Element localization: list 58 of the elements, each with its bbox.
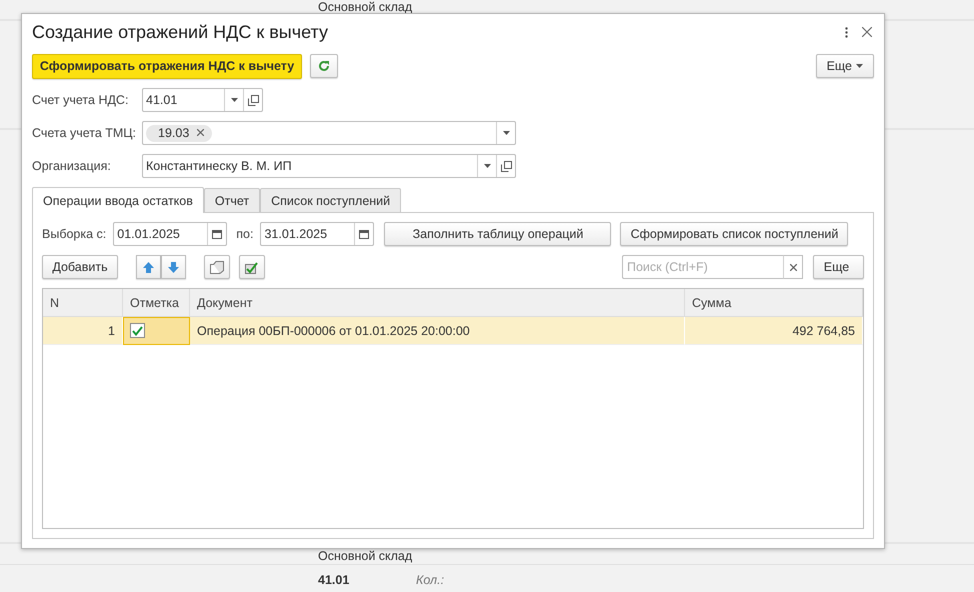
column-header[interactable]: N — [43, 289, 123, 317]
checkbox[interactable] — [130, 323, 145, 338]
arrow-down-icon — [168, 262, 179, 272]
tab[interactable]: Отчет — [204, 188, 260, 212]
date-field[interactable]: 31.01.2025 — [260, 222, 374, 246]
period-label: по: — [236, 227, 254, 241]
fill-button[interactable]: Заполнить таблицу операций — [384, 222, 612, 246]
select-field[interactable]: 19.03 — [142, 121, 516, 145]
quantity-label: Кол.: — [416, 572, 444, 586]
copy-icon — [210, 260, 224, 274]
field-label: Счет учета НДС: — [32, 93, 130, 107]
dropdown-icon — [502, 131, 510, 135]
open-button[interactable] — [243, 89, 262, 111]
open-button[interactable] — [496, 155, 515, 177]
table-cell: Операция 00БП-000006 от 01.01.2025 20:00:00 — [190, 317, 685, 345]
select-field[interactable]: Константинеску В. М. ИП — [142, 154, 516, 178]
search-field[interactable]: Поиск (Ctrl+F) — [622, 255, 783, 279]
tab[interactable]: Список поступлений — [260, 188, 402, 212]
dropdown-icon — [856, 64, 863, 68]
field-label: Счета учета ТМЦ: — [32, 126, 138, 140]
close-icon[interactable] — [197, 129, 204, 136]
more-icon[interactable] — [845, 26, 848, 38]
row-label: Основной склад — [318, 550, 412, 563]
clear-button[interactable] — [783, 255, 803, 279]
calendar-icon — [212, 229, 222, 239]
table-cell: 1 — [43, 317, 123, 345]
refresh-button[interactable] — [310, 54, 338, 78]
checkmark-icon — [245, 260, 259, 274]
column-header[interactable]: Отметка — [123, 289, 190, 317]
more-button[interactable]: Еще — [816, 54, 874, 78]
generate-button[interactable]: Сформировать список поступлений — [620, 222, 848, 246]
column-header[interactable]: Сумма — [685, 289, 863, 317]
dropdown-icon — [484, 164, 490, 168]
period-label: Выборка с: — [42, 227, 106, 241]
refresh-icon — [318, 60, 330, 72]
table-cell: 492 764,85 — [685, 317, 863, 345]
field-label: Организация: — [32, 159, 112, 173]
close-icon[interactable] — [862, 27, 872, 37]
check-all-button[interactable] — [239, 255, 265, 279]
copy-button[interactable] — [204, 255, 230, 279]
tag[interactable]: 19.03 — [146, 124, 212, 142]
column-header[interactable]: Документ — [190, 289, 685, 317]
calendar-icon — [359, 229, 370, 239]
window-title: Создание отражений НДС к вычету — [32, 22, 329, 42]
dropdown-icon — [230, 98, 238, 102]
select-field[interactable]: 41.01 — [142, 88, 263, 112]
date-field[interactable]: 01.01.2025 — [113, 222, 228, 246]
add-button[interactable]: Добавить — [42, 255, 118, 279]
move-down-button[interactable] — [161, 255, 186, 279]
open-icon — [500, 160, 512, 172]
arrow-up-icon — [143, 262, 154, 272]
tab[interactable]: Операции ввода остатков — [32, 187, 204, 213]
account-text: 41.01 — [318, 572, 350, 586]
move-up-button[interactable] — [136, 255, 161, 279]
more-button[interactable]: Еще — [813, 255, 864, 279]
create-button[interactable]: Сформировать отражения НДС к вычету — [32, 54, 302, 78]
clear-icon — [790, 264, 796, 270]
open-icon — [248, 94, 258, 106]
